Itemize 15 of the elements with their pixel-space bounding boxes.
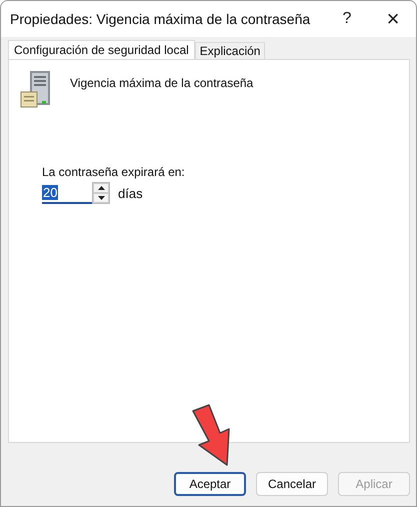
dialog-button[interactable]: Cancelar (256, 472, 328, 496)
spin-down-button[interactable] (93, 193, 109, 203)
days-spinbox[interactable]: 20 (42, 182, 92, 204)
unit-label: días (118, 186, 143, 200)
dialog-button[interactable]: Aceptar (174, 472, 246, 496)
window-title: Propiedades: Vigencia máxima de la contraseña (10, 11, 312, 27)
spin-up-button[interactable] (93, 183, 109, 193)
tab[interactable]: Configuración de seguridad local (8, 40, 195, 59)
help-button[interactable]: ? (324, 1, 370, 37)
close-button[interactable]: × (370, 1, 416, 37)
tab[interactable]: Explicación (194, 42, 266, 59)
up-arrow-icon (98, 186, 104, 190)
expiry-label: La contraseña expirará en: (42, 165, 186, 179)
policy-name: Vigencia máxima de la contraseña (70, 76, 254, 90)
down-arrow-icon (98, 196, 104, 200)
